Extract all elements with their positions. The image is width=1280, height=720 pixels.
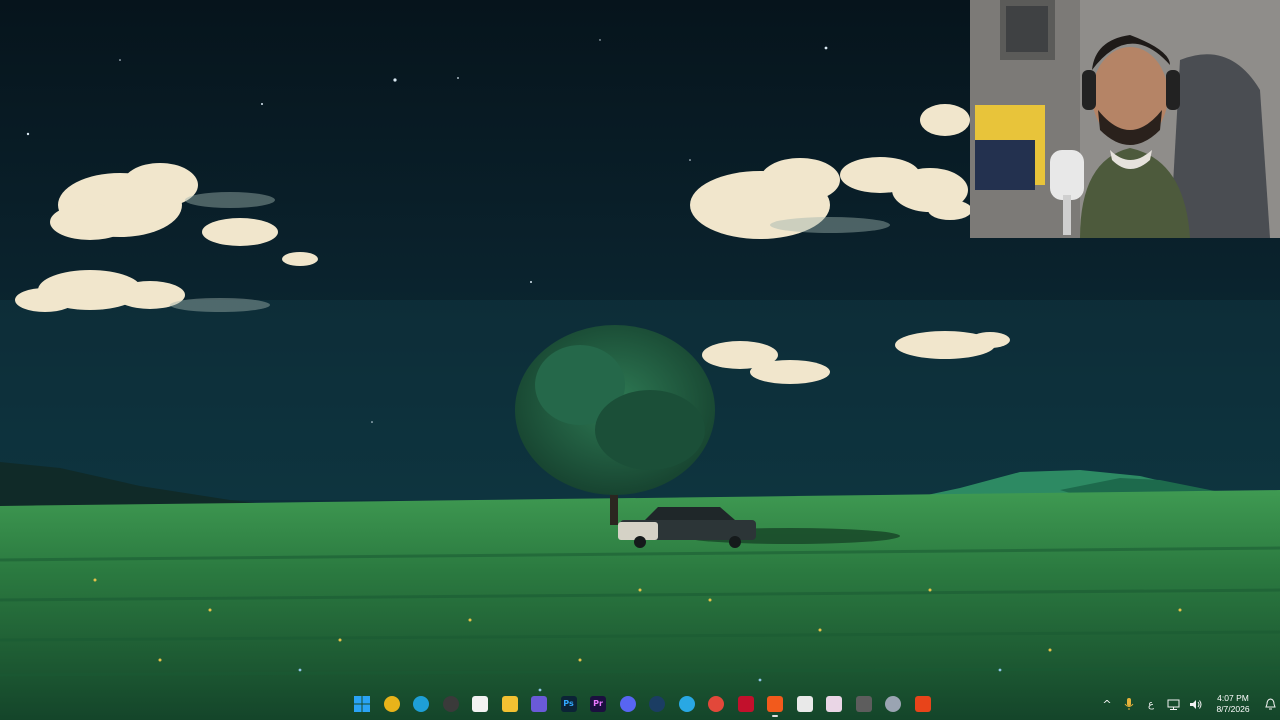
volume-icon[interactable] [1184, 688, 1206, 720]
red-app-icon [708, 696, 724, 712]
taskbar-app-brave[interactable] [762, 691, 788, 717]
close-window-app-icon [855, 696, 872, 712]
taskbar-app-photoshop[interactable]: Ps [556, 691, 582, 717]
brave-icon [767, 696, 783, 712]
taskbar-app-steam[interactable] [644, 691, 670, 717]
chevron-up-icon: ^ [1102, 697, 1112, 711]
taskbar-app-obs[interactable] [438, 691, 464, 717]
microphone-glyph-icon [1124, 698, 1134, 710]
microsoft-store-icon [472, 696, 488, 712]
clock-time: 4:07 PM [1217, 693, 1249, 703]
file-explorer-icon [501, 696, 518, 712]
language-label: ع [1148, 698, 1154, 710]
edge-icon [413, 696, 429, 712]
clock-date: 8/7/2026 [1216, 704, 1250, 714]
taskbar-app-microsoft-store[interactable] [467, 691, 493, 717]
taskbar-app-red-app[interactable] [703, 691, 729, 717]
affinity-icon [737, 696, 754, 712]
taskbar: Ps Pr ^ ع 4:07 PM 8/7/2026 [0, 688, 1280, 720]
taskbar-app-discord[interactable] [615, 691, 641, 717]
taskbar-app-gem-app[interactable] [526, 691, 552, 717]
steam-icon [649, 696, 665, 712]
system-tray: ^ ع 4:07 PM 8/7/2026 [1096, 688, 1280, 720]
bell-glyph-icon [1264, 698, 1276, 710]
premiere-pro-icon: Pr [590, 696, 606, 712]
obs-icon [442, 696, 459, 712]
telegram-icon [678, 696, 695, 712]
webcam-overlay [970, 0, 1280, 238]
taskbar-app-list: Ps Pr [349, 688, 936, 720]
taskbar-app-brave-beta[interactable] [910, 691, 936, 717]
taskbar-app-edge[interactable] [408, 691, 434, 717]
show-hidden-icons-chevron-icon[interactable]: ^ [1096, 688, 1118, 720]
photoshop-icon: Ps [560, 696, 577, 712]
brave-beta-icon [914, 696, 931, 712]
network-icon[interactable] [1162, 688, 1184, 720]
start-icon [354, 696, 370, 712]
taskbar-app-document-app[interactable] [792, 691, 818, 717]
taskbar-app-settings[interactable] [880, 691, 906, 717]
speaker-glyph-icon [1189, 699, 1201, 709]
gem-app-icon [531, 696, 547, 712]
taskbar-app-chrome[interactable] [379, 691, 405, 717]
taskbar-app-telegram[interactable] [674, 691, 700, 717]
taskbar-app-file-explorer[interactable] [497, 691, 523, 717]
chrome-icon [383, 696, 400, 712]
taskbar-app-affinity[interactable] [733, 691, 759, 717]
taskbar-app-close-window-app[interactable] [851, 691, 877, 717]
taskbar-app-start[interactable] [349, 691, 375, 717]
taskbar-clock[interactable]: 4:07 PM 8/7/2026 [1210, 693, 1256, 715]
input-language-indicator[interactable]: ع [1140, 688, 1162, 720]
document-app-icon [796, 696, 813, 712]
paint-icon [826, 696, 842, 712]
taskbar-app-paint[interactable] [821, 691, 847, 717]
settings-icon [885, 696, 901, 712]
taskbar-app-premiere-pro[interactable]: Pr [585, 691, 611, 717]
notification-icon[interactable] [1260, 688, 1280, 720]
network-glyph-icon [1167, 699, 1179, 710]
webcam-feed [970, 0, 1280, 238]
discord-icon [619, 696, 636, 712]
microphone-icon[interactable] [1118, 688, 1140, 720]
